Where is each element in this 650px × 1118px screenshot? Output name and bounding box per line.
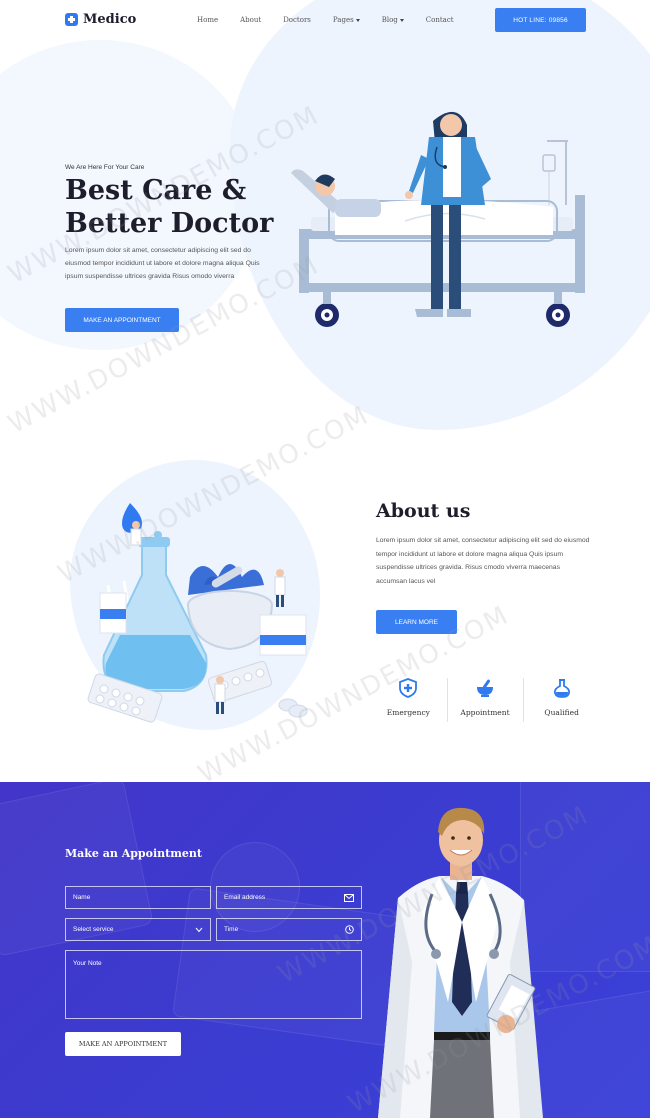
feature-qualified: Qualified xyxy=(523,678,600,726)
email-field[interactable]: Email address xyxy=(216,886,362,909)
email-placeholder: Email address xyxy=(224,894,266,901)
nav-item-pages-label: Pages xyxy=(332,16,354,24)
nav-item-contact[interactable]: Contact xyxy=(426,16,454,24)
lab-illustration xyxy=(87,503,308,723)
clock-icon xyxy=(345,925,354,934)
hero-description: Lorem ipsum dolor sit amet, consectetur … xyxy=(65,247,260,280)
envelope-icon xyxy=(344,893,354,902)
name-placeholder: Name xyxy=(73,894,91,901)
feature-emergency: Emergency xyxy=(370,678,447,726)
doctor-photo xyxy=(378,807,543,1118)
medical-cross-icon xyxy=(65,13,78,26)
note-textarea[interactable]: Your Note xyxy=(65,950,362,1019)
make-appointment-button[interactable]: MAKE AN APPOINTMENT xyxy=(65,308,179,332)
about-description: Lorem ipsum dolor sit amet, consectetur … xyxy=(376,537,590,585)
name-field[interactable]: Name xyxy=(65,886,211,909)
appointment-section: Make an Appointment Name Email address S… xyxy=(0,782,650,1118)
nav-item-blog[interactable]: Blog xyxy=(382,16,404,24)
nav-item-doctors[interactable]: Doctors xyxy=(283,16,311,24)
hero-title: Best Care & Better Doctor xyxy=(65,174,305,240)
caret-down-icon xyxy=(399,18,404,22)
service-placeholder: Select service xyxy=(73,926,114,933)
hero-title-line-1: Best Care & xyxy=(65,175,247,206)
main-nav: Home About Doctors Pages Blog Contact xyxy=(197,16,454,24)
chevron-down-icon xyxy=(195,927,203,932)
feature-label-qualified: Qualified xyxy=(544,708,579,717)
hero-illustration xyxy=(291,111,585,327)
feature-appointment: Appointment xyxy=(446,678,524,726)
hero-tagline: We Are Here For Your Care xyxy=(65,164,145,171)
mortar-pestle-icon xyxy=(477,679,493,697)
nav-item-blog-label: Blog xyxy=(381,16,398,24)
nav-item-pages[interactable]: Pages xyxy=(333,16,360,24)
feature-label-appointment: Appointment xyxy=(460,708,510,717)
features-row: Emergency Appointment Qualified xyxy=(370,678,600,726)
site-header: Medico Home About Doctors Pages Blog Con… xyxy=(0,0,650,42)
learn-more-button[interactable]: LEARN MORE xyxy=(376,610,457,634)
submit-appointment-button[interactable]: MAKE AN APPOINTMENT xyxy=(65,1032,181,1056)
logo[interactable]: Medico xyxy=(65,12,136,27)
brand-name: Medico xyxy=(83,12,137,27)
note-placeholder: Your Note xyxy=(73,960,102,967)
about-title: About us xyxy=(376,500,471,522)
service-select[interactable]: Select service xyxy=(65,918,211,941)
hotline-button[interactable]: HOT LINE: 09856 xyxy=(495,8,586,32)
nav-item-about[interactable]: About xyxy=(240,16,261,24)
hero-title-line-2: Better Doctor xyxy=(65,208,274,239)
feature-label-emergency: Emergency xyxy=(386,708,430,717)
shield-plus-icon xyxy=(399,678,418,698)
appointment-title: Make an Appointment xyxy=(65,847,202,860)
caret-down-icon xyxy=(355,18,360,22)
time-placeholder: Time xyxy=(224,926,239,933)
flask-icon xyxy=(553,679,570,698)
time-field[interactable]: Time xyxy=(216,918,362,941)
nav-item-home[interactable]: Home xyxy=(197,16,218,24)
